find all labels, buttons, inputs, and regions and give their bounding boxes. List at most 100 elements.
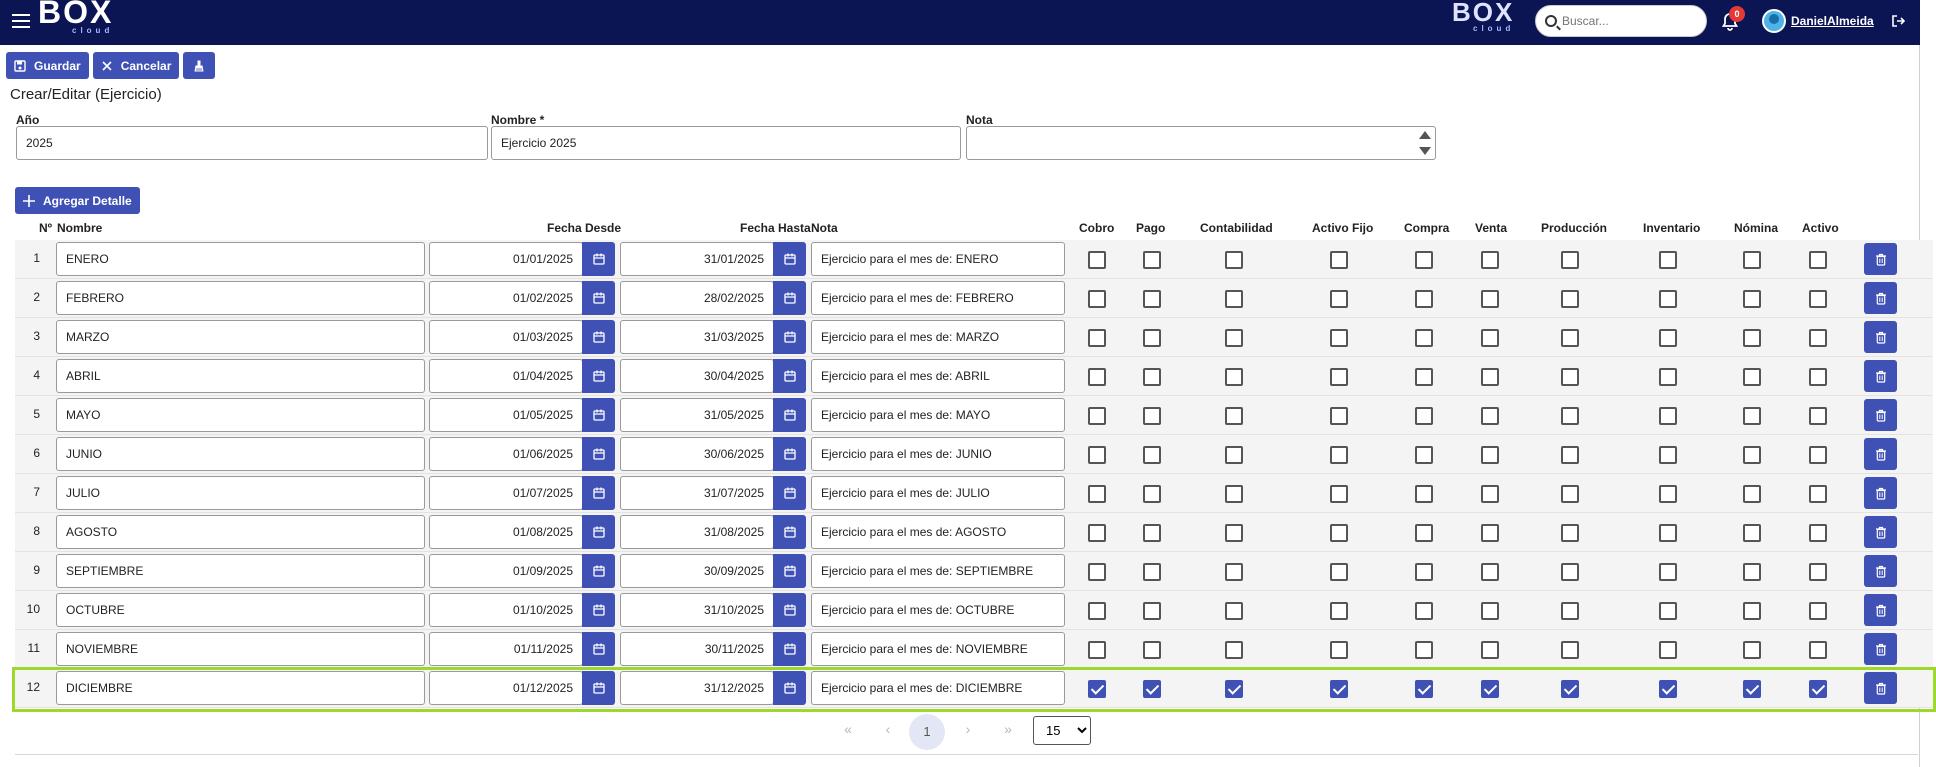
search-input[interactable] [1560,10,1700,32]
checkbox-inventario[interactable] [1659,641,1677,659]
checkbox-inventario[interactable] [1659,446,1677,464]
row-date-to-field[interactable]: 31/03/2025 [620,320,774,354]
checkbox-inventario[interactable] [1659,485,1677,503]
row-date-from-field[interactable]: 01/05/2025 [429,398,583,432]
name-field[interactable]: Ejercicio 2025 [491,126,961,160]
row-date-from-field[interactable]: 01/06/2025 [429,437,583,471]
current-page-button[interactable]: 1 [909,714,945,750]
checkbox-venta[interactable] [1481,407,1499,425]
row-date-to-field[interactable]: 30/11/2025 [620,632,774,666]
checkbox-venta[interactable] [1481,680,1499,698]
checkbox-pago[interactable] [1143,407,1161,425]
checkbox-compra[interactable] [1415,641,1433,659]
checkbox-inventario[interactable] [1659,251,1677,269]
row-date-to-field[interactable]: 31/10/2025 [620,593,774,627]
checkbox-pago[interactable] [1143,680,1161,698]
row-date-from-field[interactable]: 01/10/2025 [429,593,583,627]
checkbox-produccion[interactable] [1561,602,1579,620]
row-note-field[interactable]: Ejercicio para el mes de: ABRIL [811,359,1065,393]
checkbox-contabilidad[interactable] [1225,680,1243,698]
app-logo[interactable]: BOX cloud [38,0,113,35]
checkbox-compra[interactable] [1415,251,1433,269]
row-date-to-picker[interactable] [773,632,806,666]
row-date-from-picker[interactable] [582,437,615,471]
checkbox-inventario[interactable] [1659,407,1677,425]
logout-button[interactable] [1891,14,1906,28]
checkbox-nomina[interactable] [1743,446,1761,464]
row-date-from-picker[interactable] [582,359,615,393]
row-date-from-picker[interactable] [582,320,615,354]
checkbox-contabilidad[interactable] [1225,602,1243,620]
row-name-field[interactable]: DICIEMBRE [56,671,425,705]
prev-page-button[interactable]: ‹ [878,721,898,737]
checkbox-activo-fijo[interactable] [1330,563,1348,581]
row-date-to-field[interactable]: 31/07/2025 [620,476,774,510]
checkbox-cobro[interactable] [1088,602,1106,620]
checkbox-compra[interactable] [1415,368,1433,386]
row-note-field[interactable]: Ejercicio para el mes de: OCTUBRE [811,593,1065,627]
checkbox-compra[interactable] [1415,485,1433,503]
row-date-to-field[interactable]: 30/06/2025 [620,437,774,471]
row-date-from-field[interactable]: 01/08/2025 [429,515,583,549]
row-note-field[interactable]: Ejercicio para el mes de: MAYO [811,398,1065,432]
checkbox-activo[interactable] [1809,485,1827,503]
row-delete-button[interactable] [1864,243,1897,275]
checkbox-contabilidad[interactable] [1225,290,1243,308]
row-date-to-picker[interactable] [773,593,806,627]
row-date-from-picker[interactable] [582,515,615,549]
checkbox-cobro[interactable] [1088,251,1106,269]
checkbox-activo-fijo[interactable] [1330,368,1348,386]
row-date-to-field[interactable]: 31/08/2025 [620,515,774,549]
row-delete-button[interactable] [1864,360,1897,392]
checkbox-pago[interactable] [1143,290,1161,308]
row-date-from-field[interactable]: 01/02/2025 [429,281,583,315]
username-link[interactable]: DanielAlmeida [1791,14,1874,28]
checkbox-cobro[interactable] [1088,407,1106,425]
checkbox-cobro[interactable] [1088,524,1106,542]
checkbox-produccion[interactable] [1561,524,1579,542]
row-delete-button[interactable] [1864,399,1897,431]
checkbox-pago[interactable] [1143,563,1161,581]
checkbox-inventario[interactable] [1659,680,1677,698]
row-name-field[interactable]: AGOSTO [56,515,425,549]
checkbox-produccion[interactable] [1561,680,1579,698]
checkbox-contabilidad[interactable] [1225,446,1243,464]
checkbox-venta[interactable] [1481,251,1499,269]
checkbox-venta[interactable] [1481,290,1499,308]
row-note-field[interactable]: Ejercicio para el mes de: JULIO [811,476,1065,510]
row-date-to-field[interactable]: 31/12/2025 [620,671,774,705]
checkbox-cobro[interactable] [1088,485,1106,503]
row-date-from-picker[interactable] [582,281,615,315]
checkbox-inventario[interactable] [1659,524,1677,542]
checkbox-inventario[interactable] [1659,368,1677,386]
checkbox-nomina[interactable] [1743,329,1761,347]
checkbox-activo-fijo[interactable] [1330,329,1348,347]
row-date-from-picker[interactable] [582,593,615,627]
checkbox-cobro[interactable] [1088,563,1106,581]
checkbox-cobro[interactable] [1088,329,1106,347]
checkbox-cobro[interactable] [1088,446,1106,464]
checkbox-inventario[interactable] [1659,329,1677,347]
note-field[interactable] [966,126,1436,160]
checkbox-pago[interactable] [1143,641,1161,659]
checkbox-nomina[interactable] [1743,407,1761,425]
row-note-field[interactable]: Ejercicio para el mes de: SEPTIEMBRE [811,554,1065,588]
row-date-from-picker[interactable] [582,242,615,276]
checkbox-produccion[interactable] [1561,446,1579,464]
first-page-button[interactable]: « [838,721,858,737]
checkbox-nomina[interactable] [1743,368,1761,386]
checkbox-inventario[interactable] [1659,602,1677,620]
checkbox-contabilidad[interactable] [1225,485,1243,503]
checkbox-pago[interactable] [1143,485,1161,503]
next-page-button[interactable]: › [958,721,978,737]
checkbox-contabilidad[interactable] [1225,524,1243,542]
checkbox-contabilidad[interactable] [1225,641,1243,659]
row-date-from-picker[interactable] [582,671,615,705]
checkbox-contabilidad[interactable] [1225,407,1243,425]
checkbox-pago[interactable] [1143,602,1161,620]
cancel-button[interactable]: Cancelar [92,52,180,79]
row-note-field[interactable]: Ejercicio para el mes de: DICIEMBRE [811,671,1065,705]
row-delete-button[interactable] [1864,282,1897,314]
row-name-field[interactable]: MAYO [56,398,425,432]
checkbox-venta[interactable] [1481,524,1499,542]
